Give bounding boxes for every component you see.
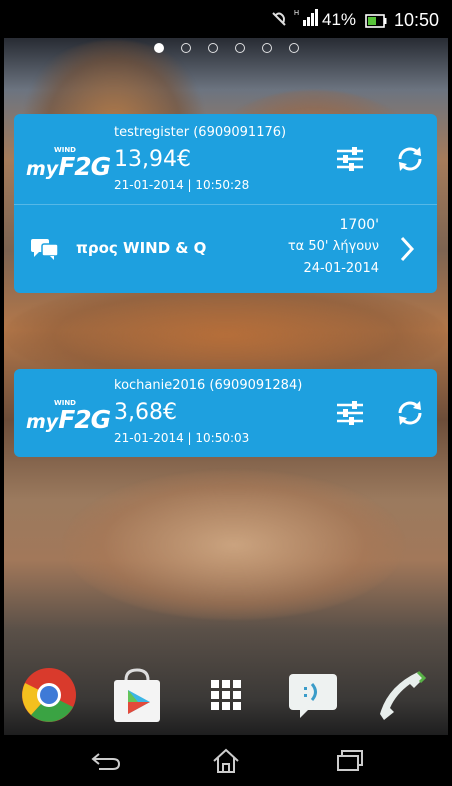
settings-sliders-icon[interactable]: [332, 141, 368, 177]
recent-apps-icon[interactable]: [330, 747, 370, 775]
myf2g-logo: WIND myF2G: [26, 399, 111, 434]
battery-icon: [365, 13, 387, 33]
offer-expiry: 24-01-2014: [303, 261, 379, 276]
myf2g-logo: WIND myF2G: [26, 146, 111, 181]
page-dot[interactable]: [207, 43, 218, 53]
status-bar: H 41% 10:50: [4, 0, 448, 38]
page-dot[interactable]: [153, 43, 164, 53]
page-dot[interactable]: [261, 43, 272, 53]
offer-label: προς WIND & Q: [76, 239, 207, 257]
play-store-icon[interactable]: [108, 666, 166, 724]
settings-sliders-icon[interactable]: [332, 395, 368, 431]
page-dot[interactable]: [180, 43, 191, 53]
account-widget[interactable]: WIND myF2G testregister (6909091176) 13,…: [14, 114, 437, 293]
page-indicator: [4, 43, 448, 57]
logo-my: my: [26, 158, 59, 180]
battery-percent: 41%: [322, 10, 357, 29]
balance: 3,68€: [114, 400, 177, 425]
refresh-icon[interactable]: [392, 141, 428, 177]
offer-remaining: τα 50' λήγουν: [287, 239, 379, 254]
offer-row[interactable]: προς WIND & Q 1700' τα 50' λήγουν 24-01-…: [14, 205, 437, 293]
clock: 10:50: [394, 10, 440, 30]
account-widget[interactable]: WIND myF2G kochanie2016 (6909091284) 3,6…: [14, 369, 437, 457]
app-dock: [4, 660, 448, 732]
chevron-right-icon[interactable]: [399, 235, 415, 267]
last-update: 21-01-2014 | 10:50:03: [114, 431, 250, 445]
refresh-icon[interactable]: [392, 395, 428, 431]
offer-minutes: 1700': [339, 217, 379, 233]
phone-icon[interactable]: [374, 666, 432, 724]
chat-bubbles-icon: [30, 238, 60, 266]
page-dot[interactable]: [234, 43, 245, 53]
account-name: kochanie2016 (6909091284): [114, 378, 303, 393]
home-icon[interactable]: [206, 747, 246, 775]
logo-my: my: [26, 411, 59, 433]
chrome-icon[interactable]: [20, 666, 78, 724]
signal-icon: H: [294, 8, 318, 33]
account-name: testregister (6909091176): [114, 125, 287, 140]
page-dot[interactable]: [288, 43, 299, 53]
logo-f2g: F2G: [58, 405, 111, 434]
alarm-muted-icon: [269, 10, 289, 33]
app-drawer-icon[interactable]: [197, 666, 255, 724]
back-icon[interactable]: [86, 747, 126, 775]
logo-f2g: F2G: [58, 152, 111, 181]
svg-text:H: H: [294, 10, 299, 17]
messaging-icon[interactable]: [284, 666, 342, 724]
home-screen: H 41% 10:50 WIND myF2G testregister (690…: [4, 0, 448, 786]
navigation-bar: [4, 735, 448, 786]
last-update: 21-01-2014 | 10:50:28: [114, 178, 250, 192]
balance: 13,94€: [114, 147, 191, 172]
